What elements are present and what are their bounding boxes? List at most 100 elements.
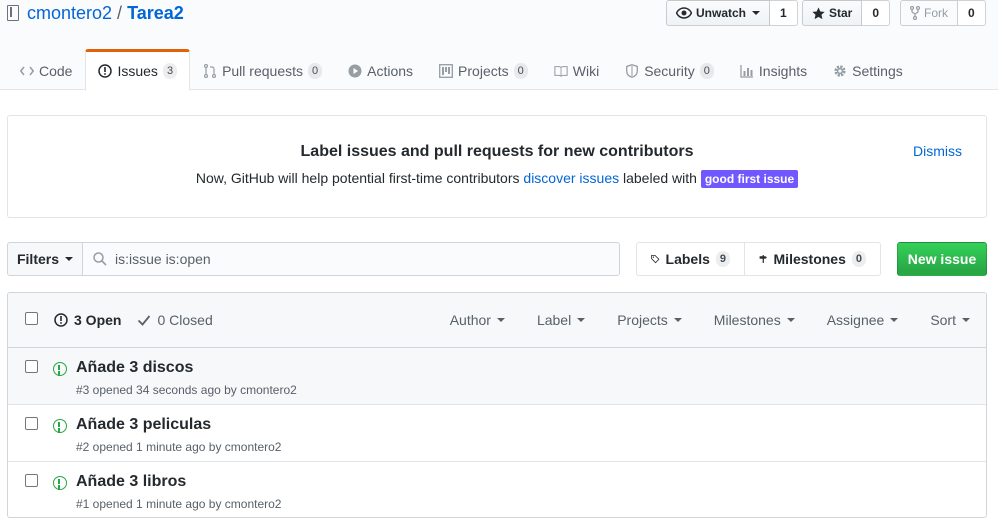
- search-input[interactable]: [115, 251, 595, 267]
- label-filter-label: Label: [536, 312, 572, 328]
- sort-filter[interactable]: Sort: [930, 312, 970, 328]
- issue-opened-icon: [53, 476, 67, 490]
- tab-wiki-label: Wiki: [572, 62, 600, 79]
- star-button[interactable]: Star: [802, 0, 863, 26]
- repo-header: cmontero2 / Tarea2 Unwatch 1 Star 0 Fork…: [0, 0, 998, 91]
- forks-count[interactable]: 0: [958, 0, 986, 26]
- chevron-down-icon: [786, 318, 795, 322]
- search-icon: [93, 252, 107, 266]
- tab-issues-label: Issues: [117, 63, 158, 79]
- filters-label: Filters: [16, 251, 59, 267]
- watchers-count[interactable]: 1: [770, 0, 798, 26]
- tab-actions-label: Actions: [367, 62, 414, 79]
- tag-icon: [651, 254, 660, 264]
- fork-button[interactable]: Fork: [900, 0, 958, 26]
- chevron-down-icon: [752, 11, 761, 15]
- tab-wiki[interactable]: Wiki: [541, 49, 612, 90]
- issue-opened-icon: [98, 64, 113, 78]
- closed-issues-filter[interactable]: 0 Closed: [137, 312, 213, 328]
- tab-security-label: Security: [644, 62, 695, 79]
- repo-title: cmontero2 / Tarea2: [7, 2, 184, 24]
- repo-name-link[interactable]: Tarea2: [127, 3, 184, 24]
- issues-list-header: 3 Open 0 Closed Author Label Projects Mi…: [8, 293, 986, 348]
- discover-issues-link[interactable]: discover issues: [523, 170, 619, 186]
- unwatch-button[interactable]: Unwatch: [666, 0, 771, 26]
- select-all-checkbox[interactable]: [25, 312, 38, 325]
- tab-actions[interactable]: Actions: [335, 49, 426, 90]
- tab-projects[interactable]: Projects 0: [426, 49, 541, 90]
- issue-search: [82, 242, 620, 276]
- projects-filter-label: Projects: [617, 312, 668, 328]
- closed-count: 0 Closed: [157, 312, 213, 328]
- graph-icon: [740, 64, 754, 78]
- issues-list: 3 Open 0 Closed Author Label Projects Mi…: [7, 292, 987, 518]
- banner-text: Now, GitHub will help potential first-ti…: [8, 170, 986, 188]
- chevron-down-icon: [962, 318, 970, 322]
- unwatch-label: Unwatch: [696, 6, 747, 20]
- project-icon: [439, 63, 453, 78]
- issue-checkbox[interactable]: [25, 417, 38, 430]
- chevron-down-icon: [673, 318, 682, 322]
- chevron-down-icon: [65, 257, 73, 261]
- issue-sort-filters: Author Label Projects Milestones Assigne…: [450, 312, 970, 328]
- filters-button[interactable]: Filters: [7, 242, 83, 276]
- issue-meta: #2 opened 1 minute ago by cmontero2: [76, 440, 282, 454]
- milestones-counter: 0: [851, 251, 866, 267]
- issue-opened-icon: [53, 362, 67, 376]
- issue-title-link[interactable]: Añade 3 peliculas: [76, 416, 211, 434]
- tab-security[interactable]: Security 0: [612, 49, 727, 90]
- banner-title: Label issues and pull requests for new c…: [300, 143, 694, 160]
- milestones-label: Milestones: [773, 251, 846, 267]
- issue-checkbox[interactable]: [25, 360, 38, 373]
- new-issue-button[interactable]: New issue: [897, 242, 987, 276]
- watch-group: Unwatch 1: [666, 0, 798, 26]
- play-icon: [348, 64, 362, 78]
- author-filter-label: Author: [449, 312, 491, 328]
- tab-settings-label: Settings: [852, 62, 903, 79]
- gear-icon: [833, 64, 847, 78]
- milestones-link[interactable]: Milestones 0: [745, 242, 881, 276]
- issue-title-link[interactable]: Añade 3 libros: [76, 473, 186, 491]
- dismiss-button[interactable]: Dismiss: [913, 143, 962, 159]
- fork-icon: [910, 6, 920, 20]
- labels-link[interactable]: Labels 9: [636, 242, 745, 276]
- tab-pull-requests[interactable]: Pull requests 0: [190, 49, 335, 90]
- star-group: Star 0: [802, 0, 891, 26]
- chevron-down-icon: [496, 318, 505, 322]
- star-icon: [812, 6, 825, 19]
- book-icon: [554, 64, 568, 78]
- tab-issues[interactable]: Issues 3: [85, 49, 191, 91]
- issue-opened-icon: [54, 313, 68, 327]
- sort-filter-label: Sort: [930, 312, 956, 328]
- tab-code[interactable]: Code: [7, 49, 85, 90]
- projects-filter[interactable]: Projects: [617, 312, 682, 328]
- labels-label: Labels: [665, 251, 710, 267]
- tab-settings[interactable]: Settings: [820, 49, 916, 90]
- good-first-issue-label[interactable]: good first issue: [700, 170, 799, 188]
- label-filter[interactable]: Label: [536, 312, 586, 328]
- stars-count[interactable]: 0: [862, 0, 891, 26]
- issue-meta: #1 opened 1 minute ago by cmontero2: [76, 497, 282, 511]
- open-issues-filter[interactable]: 3 Open: [54, 312, 121, 328]
- milestones-filter[interactable]: Milestones: [714, 312, 795, 328]
- assignee-filter-label: Assignee: [826, 312, 885, 328]
- repo-owner-link[interactable]: cmontero2: [27, 3, 112, 24]
- shield-icon: [625, 63, 639, 78]
- banner-text-before: Now, GitHub will help potential first-ti…: [195, 170, 524, 186]
- assignee-filter[interactable]: Assignee: [827, 312, 899, 328]
- repo-icon: [7, 5, 19, 21]
- eye-icon: [676, 7, 692, 19]
- open-count: 3 Open: [74, 312, 122, 328]
- labels-milestones-nav: Labels 9 Milestones 0: [636, 242, 881, 276]
- author-filter[interactable]: Author: [450, 312, 505, 328]
- issue-row: Añade 3 peliculas #2 opened 1 minute ago…: [8, 405, 986, 462]
- milestones-filter-label: Milestones: [713, 312, 781, 328]
- tab-insights[interactable]: Insights: [727, 49, 820, 90]
- security-counter: 0: [699, 62, 714, 79]
- chevron-down-icon: [890, 318, 899, 322]
- issue-title-link[interactable]: Añade 3 discos: [76, 359, 193, 377]
- chevron-down-icon: [577, 318, 586, 322]
- tab-pull-requests-label: Pull requests: [222, 62, 303, 79]
- fork-group: Fork 0: [900, 0, 986, 26]
- issue-checkbox[interactable]: [25, 474, 38, 487]
